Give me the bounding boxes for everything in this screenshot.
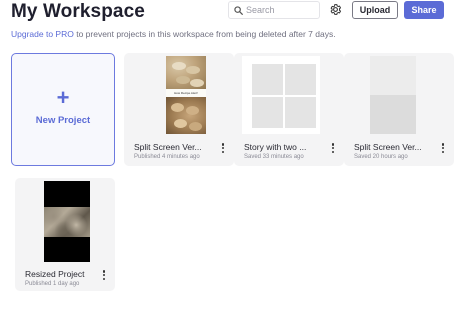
thumbnail-bottom-photo — [166, 97, 206, 134]
project-name: Resized Project — [25, 269, 85, 279]
thumbnail-image — [242, 56, 320, 134]
project-meta: Saved 33 minutes ago — [244, 154, 304, 160]
project-card[interactable]: Story with two ... Saved 33 minutes ago — [234, 53, 344, 166]
upgrade-notice: Upgrade to PRO to prevent projects in th… — [11, 29, 336, 39]
thumbnail-placeholder — [252, 97, 283, 128]
project-thumbnail: How Recipe Alert! — [124, 53, 234, 137]
gear-icon[interactable] — [329, 3, 342, 16]
thumbnail-image: How Recipe Alert! — [166, 56, 206, 134]
more-options-icon[interactable] — [220, 143, 226, 155]
thumbnail-top-photo — [166, 56, 206, 89]
thumbnail-photo — [44, 207, 90, 237]
more-options-icon[interactable] — [330, 143, 336, 155]
project-thumbnail — [234, 53, 344, 137]
thumbnail-image — [44, 181, 90, 262]
page-title: My Workspace — [11, 1, 145, 22]
thumbnail-placeholder — [285, 64, 316, 95]
project-meta: Saved 20 hours ago — [354, 154, 408, 160]
plus-icon: + — [56, 85, 70, 110]
search-icon — [234, 6, 243, 15]
share-button[interactable]: Share — [404, 1, 444, 19]
thumbnail-image — [370, 56, 416, 134]
project-name: Split Screen Ver... — [354, 142, 422, 152]
project-card[interactable]: How Recipe Alert! Split Screen Ver... Pu… — [124, 53, 234, 166]
search-box[interactable] — [228, 1, 320, 19]
project-thumbnail — [15, 178, 125, 262]
thumbnail-placeholder — [252, 64, 283, 95]
search-input[interactable] — [246, 3, 316, 17]
project-meta: Published 4 minutes ago — [134, 154, 200, 160]
project-thumbnail — [344, 53, 454, 137]
project-card[interactable]: Split Screen Ver... Saved 20 hours ago — [344, 53, 454, 166]
thumbnail-placeholder — [370, 95, 416, 134]
new-project-label: New Project — [35, 115, 91, 126]
more-options-icon[interactable] — [440, 143, 446, 155]
upgrade-link[interactable]: Upgrade to PRO — [11, 29, 74, 39]
project-card[interactable]: Resized Project Published 1 day ago — [15, 178, 115, 291]
thumbnail-placeholder — [285, 97, 316, 128]
thumbnail-placeholder — [370, 56, 416, 95]
upload-button[interactable]: Upload — [352, 1, 398, 19]
project-name: Story with two ... — [244, 142, 307, 152]
project-meta: Published 1 day ago — [25, 281, 80, 287]
upgrade-notice-text: to prevent projects in this workspace fr… — [73, 29, 336, 39]
project-name: Split Screen Ver... — [134, 142, 202, 152]
more-options-icon[interactable] — [101, 270, 107, 282]
new-project-card[interactable]: + New Project — [11, 53, 115, 166]
thumbnail-caption: How Recipe Alert! — [166, 89, 206, 97]
